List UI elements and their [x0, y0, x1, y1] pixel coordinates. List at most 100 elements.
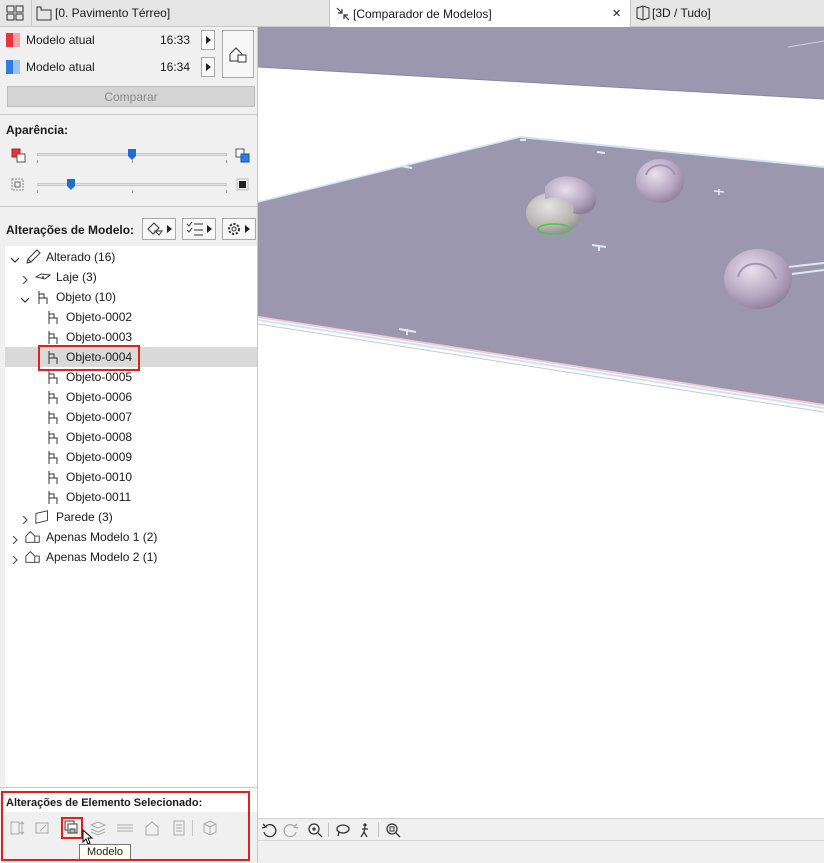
model-row-1: Modelo atual 16:33: [0, 27, 220, 53]
chevron-right-icon[interactable]: [21, 513, 29, 525]
tree-item[interactable]: Objeto-0010: [5, 467, 257, 487]
tree-item[interactable]: Objeto-0009: [5, 447, 257, 467]
orbit-icon[interactable]: [334, 821, 352, 839]
tree-item[interactable]: Objeto-0004: [5, 347, 257, 367]
house-outline-icon[interactable]: [143, 819, 161, 837]
undo-view-icon[interactable]: [260, 821, 278, 839]
tree-item-label: Objeto-0003: [66, 330, 133, 344]
tab-label: [3D / Tudo]: [652, 6, 711, 20]
chevron-right-icon[interactable]: [11, 553, 19, 565]
slider-thumb[interactable]: [128, 149, 136, 160]
divider: [192, 820, 193, 836]
element-edit-icon[interactable]: [34, 819, 52, 837]
model-button[interactable]: [61, 817, 83, 839]
grid-menu-button[interactable]: [0, 0, 30, 26]
tree-item-label: Apenas Modelo 2 (1): [46, 550, 158, 564]
chair-icon: [45, 469, 61, 485]
walk-icon[interactable]: [356, 821, 374, 839]
swap-models-button[interactable]: [222, 30, 254, 78]
chevron-right-icon[interactable]: [21, 273, 29, 285]
checklist-icon: [186, 221, 204, 237]
chevron-down-icon[interactable]: [20, 293, 30, 303]
model-name: Modelo atual: [26, 33, 95, 47]
tab-floor-plan[interactable]: [0. Pavimento Térreo]: [31, 0, 329, 26]
tree-item-label: Objeto-0004: [66, 350, 133, 364]
element-move-icon[interactable]: [9, 819, 27, 837]
cube-icon[interactable]: [201, 819, 219, 837]
model-house-icon: [25, 529, 41, 545]
model-compare-palette: Modelo atual 16:33 Modelo atual 16:34 Co…: [0, 27, 258, 862]
hatch-icon[interactable]: [116, 819, 134, 837]
slider-thumb[interactable]: [67, 179, 76, 190]
model-house-icon: [25, 549, 41, 565]
tree-item-label: Objeto-0005: [66, 370, 133, 384]
tree-item-label: Objeto-0011: [66, 490, 132, 504]
slider-tick: [37, 190, 38, 193]
slider-tick: [132, 160, 133, 163]
model-select-arrow-button[interactable]: [201, 57, 215, 77]
document-icon[interactable]: [170, 819, 188, 837]
pencil-icon: [25, 249, 41, 265]
model-time: 16:33: [160, 33, 191, 47]
tree-item[interactable]: Objeto-0005: [5, 367, 257, 387]
slider-tick: [226, 160, 227, 163]
chair-icon: [45, 349, 61, 365]
checklist-dropdown-button[interactable]: [182, 218, 216, 240]
tree-item[interactable]: Apenas Modelo 2 (1): [5, 547, 257, 567]
tree-item[interactable]: Objeto-0006: [5, 387, 257, 407]
tree-item-label: Alterado (16): [46, 250, 116, 264]
tree-item[interactable]: Laje (3): [5, 267, 257, 287]
tree-item[interactable]: Objeto-0003: [5, 327, 257, 347]
divider: [0, 787, 257, 788]
tooltip: Modelo: [79, 844, 131, 860]
divider: [378, 823, 379, 837]
tree-item[interactable]: Objeto-0008: [5, 427, 257, 447]
zoom-in-icon[interactable]: [306, 821, 324, 839]
filter-dropdown-button[interactable]: [142, 218, 176, 240]
tab-label: [0. Pavimento Térreo]: [55, 6, 171, 20]
chair-icon: [45, 449, 61, 465]
tree-item-label: Objeto-0007: [66, 410, 133, 424]
3d-navigation-toolbar: [258, 818, 824, 841]
3d-viewport[interactable]: [258, 27, 824, 818]
appearance-title: Aparência:: [6, 123, 69, 137]
tab-model-comparator[interactable]: [Comparador de Modelos] ✕: [329, 0, 631, 27]
chevron-right-icon[interactable]: [11, 533, 19, 545]
settings-icon: [226, 221, 242, 237]
transparent-square-icon: [11, 178, 25, 195]
tree-item[interactable]: Objeto (10): [5, 287, 257, 307]
model-time: 16:34: [160, 60, 191, 74]
tree-item[interactable]: Apenas Modelo 1 (2): [5, 527, 257, 547]
model-icon: [64, 820, 78, 834]
tree-item[interactable]: Objeto-0002: [5, 307, 257, 327]
tree-item-label: Objeto-0006: [66, 390, 133, 404]
tab-3d-view[interactable]: [3D / Tudo]: [632, 0, 824, 26]
tree-item-label: Objeto-0008: [66, 430, 133, 444]
chair-icon: [45, 389, 61, 405]
close-icon[interactable]: ✕: [612, 7, 621, 20]
slider-tick: [226, 190, 227, 193]
chair-icon: [45, 429, 61, 445]
chair-icon: [45, 409, 61, 425]
redo-view-icon[interactable]: [282, 821, 300, 839]
tree-item-label: Laje (3): [56, 270, 97, 284]
compare-button[interactable]: Comparar: [7, 86, 255, 107]
model-row-2: Modelo atual 16:34: [0, 54, 220, 80]
slab-icon: [35, 269, 51, 285]
grid-icon: [6, 5, 24, 21]
chevron-down-icon[interactable]: [10, 253, 20, 263]
tree-item[interactable]: Parede (3): [5, 507, 257, 527]
tree-item[interactable]: Objeto-0011: [5, 487, 257, 507]
blue-overlay-icon: [235, 148, 253, 167]
tree-item[interactable]: Objeto-0007: [5, 407, 257, 427]
divider: [0, 206, 257, 207]
appearance-slider-2[interactable]: [37, 183, 227, 186]
fit-to-window-icon[interactable]: [384, 821, 402, 839]
tree-item[interactable]: Alterado (16): [5, 247, 257, 267]
settings-dropdown-button[interactable]: [222, 218, 256, 240]
house-swap-icon: [228, 44, 248, 64]
3d-view-icon: [634, 5, 652, 21]
model-select-arrow-button[interactable]: [201, 30, 215, 50]
3d-scene: [258, 27, 824, 413]
red-overlay-icon: [11, 148, 29, 167]
